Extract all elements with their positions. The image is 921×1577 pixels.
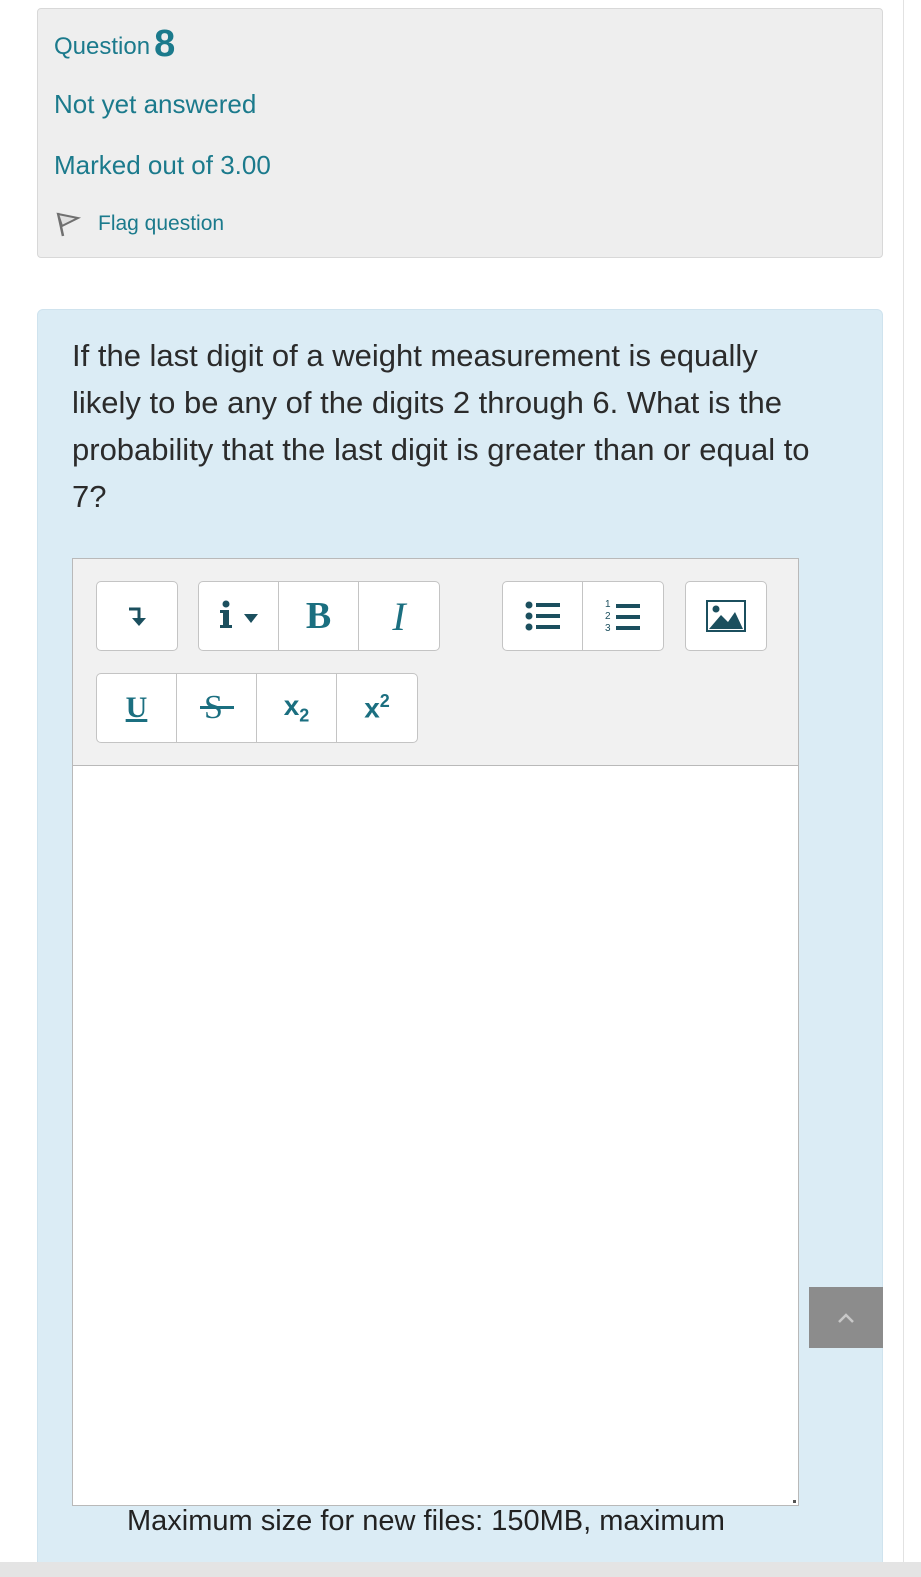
answer-textarea[interactable]: [73, 766, 798, 1505]
back-to-top-button[interactable]: [809, 1287, 883, 1348]
toolbar-group-collapse: [96, 581, 178, 651]
toolbar-group-media: [685, 581, 767, 651]
toolbar-group-formatting: U S x2 x2: [96, 673, 418, 743]
flag-icon: [56, 212, 82, 237]
question-text: If the last digit of a weight measuremen…: [72, 338, 810, 514]
svg-text:1: 1: [605, 599, 611, 610]
unordered-list-icon: [525, 601, 560, 631]
bold-button[interactable]: B: [279, 582, 359, 650]
insert-image-button[interactable]: [686, 582, 766, 650]
bottom-scroll-shadow: [0, 1562, 921, 1577]
quiz-page: Question 8 Not yet answered Marked out of…: [0, 0, 921, 1577]
collapse-button[interactable]: [97, 582, 177, 650]
italic-icon: I: [392, 593, 406, 639]
svg-text:2: 2: [605, 611, 611, 622]
ordered-list-button[interactable]: 1 2 3: [583, 582, 663, 650]
underline-button[interactable]: U: [97, 674, 177, 742]
superscript-button[interactable]: x2: [337, 674, 417, 742]
question-info-panel: Question 8 Not yet answered Marked out of…: [37, 8, 883, 258]
answer-editor: B I 1 2 3 U S x2 x2: [72, 558, 799, 1506]
svg-text:3: 3: [605, 623, 611, 634]
paragraph-styles-button[interactable]: [199, 582, 279, 650]
underline-icon: U: [125, 691, 148, 724]
subscript-icon: x2: [283, 689, 310, 726]
strikethrough-button[interactable]: S: [177, 674, 257, 742]
ordered-list-icon: 1 2 3: [605, 599, 640, 634]
page-edge-divider: [903, 0, 904, 1577]
toolbar-group-lists: 1 2 3: [502, 581, 664, 651]
strikethrough-icon: S: [199, 689, 234, 726]
flag-question-label: Flag question: [98, 212, 225, 235]
question-title: Question 8: [54, 23, 175, 66]
max-file-size-note: Maximum size for new files: 150MB, maxim…: [127, 1505, 725, 1537]
resize-handle[interactable]: [793, 1500, 796, 1503]
question-grade: Marked out of 3.00: [54, 150, 271, 180]
question-state: Not yet answered: [54, 89, 257, 119]
italic-button[interactable]: I: [359, 582, 439, 650]
image-icon: [706, 600, 746, 632]
editor-toolbar: B I 1 2 3 U S x2 x2: [73, 559, 798, 766]
chevron-up-icon: [838, 1312, 854, 1323]
flag-question-link[interactable]: Flag question: [54, 210, 224, 238]
question-number: 8: [154, 23, 176, 65]
question-content-panel: If the last digit of a weight measuremen…: [37, 309, 883, 1577]
info-dropdown-icon: [219, 600, 258, 628]
collapse-icon: [129, 607, 146, 626]
question-label: Question: [54, 33, 151, 60]
toolbar-group-style: B I: [198, 581, 440, 651]
superscript-icon: x2: [364, 691, 390, 724]
bold-icon: B: [305, 595, 332, 637]
subscript-button[interactable]: x2: [257, 674, 337, 742]
unordered-list-button[interactable]: [503, 582, 583, 650]
